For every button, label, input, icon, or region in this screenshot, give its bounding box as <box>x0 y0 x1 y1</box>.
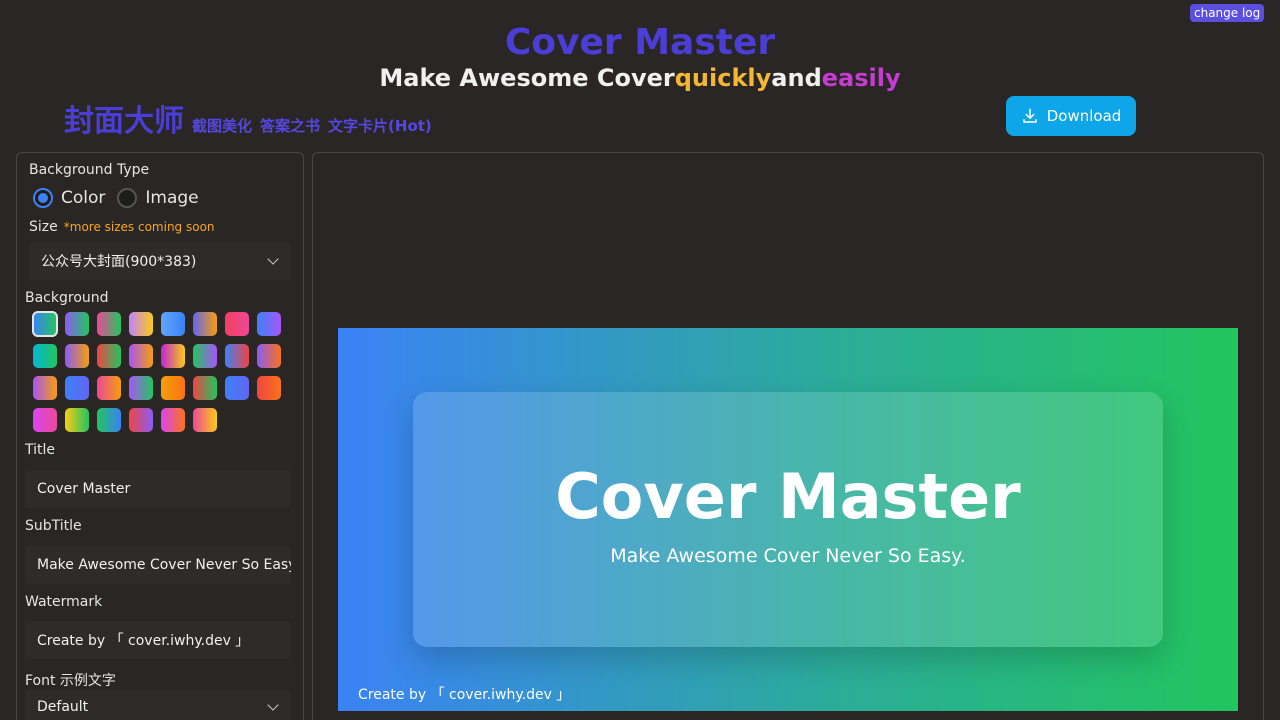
background-swatch[interactable] <box>225 344 249 368</box>
brand-cn-link[interactable]: 封面大师 <box>64 96 184 140</box>
title-input[interactable]: Cover Master <box>25 470 291 508</box>
cover-watermark: Create by 「 cover.iwhy.dev 」 <box>358 687 571 703</box>
chevron-down-icon <box>267 253 279 265</box>
background-swatch[interactable] <box>65 344 89 368</box>
background-swatch[interactable] <box>193 312 217 336</box>
changelog-button[interactable]: change log <box>1190 4 1265 22</box>
background-swatch[interactable] <box>193 344 217 368</box>
cover-subtitle: Make Awesome Cover Never So Easy. <box>610 545 966 567</box>
radio-color-label: Color <box>61 188 106 208</box>
size-label-row: Size *more sizes coming soon <box>29 219 215 235</box>
background-swatch[interactable] <box>97 376 121 400</box>
size-select[interactable]: 公众号大封面(900*383) <box>29 242 291 280</box>
background-swatch[interactable] <box>161 344 185 368</box>
background-swatch[interactable] <box>33 408 57 432</box>
download-button[interactable]: Download <box>1006 96 1136 136</box>
watermark-label: Watermark <box>25 594 103 610</box>
background-swatch[interactable] <box>65 408 89 432</box>
background-swatch[interactable] <box>257 344 281 368</box>
size-note: *more sizes coming soon <box>63 220 215 234</box>
download-icon <box>1022 108 1037 123</box>
subtitle-input[interactable]: Make Awesome Cover Never So Easy. <box>25 546 291 584</box>
background-swatch[interactable] <box>257 376 281 400</box>
watermark-input[interactable]: Create by 「 cover.iwhy.dev 」 <box>25 621 291 659</box>
background-swatch[interactable] <box>97 312 121 336</box>
background-swatch[interactable] <box>129 408 153 432</box>
subtitle-label: SubTitle <box>25 518 82 534</box>
background-swatch[interactable] <box>161 376 185 400</box>
title-label: Title <box>25 442 56 458</box>
top-nav: 封面大师 截图美化 答案之书 文字卡片(Hot) <box>64 96 432 140</box>
background-swatch[interactable] <box>129 344 153 368</box>
tagline-prefix: Make Awesome Cover <box>379 64 675 92</box>
size-select-value: 公众号大封面(900*383) <box>41 254 197 270</box>
cover-title: Cover Master <box>555 460 1021 533</box>
bg-type-label: Background Type <box>29 162 150 178</box>
background-swatch[interactable] <box>33 376 57 400</box>
font-select[interactable]: Default <box>25 690 291 720</box>
background-swatch[interactable] <box>33 344 57 368</box>
download-label: Download <box>1046 107 1122 125</box>
background-swatch[interactable] <box>161 408 185 432</box>
radio-image[interactable] <box>117 188 138 208</box>
radio-image-label: Image <box>145 188 199 208</box>
size-label: Size <box>29 219 58 235</box>
tagline-and: and <box>771 64 822 92</box>
tagline-easily: easily <box>821 64 901 92</box>
tagline: Make Awesome Coverquicklyandeasily <box>0 64 1280 92</box>
swatch-grid <box>32 311 289 432</box>
background-label: Background <box>25 290 109 306</box>
tagline-quickly: quickly <box>674 64 772 92</box>
chevron-down-icon <box>267 699 279 711</box>
background-swatch[interactable] <box>161 312 185 336</box>
radio-color[interactable] <box>33 188 53 208</box>
font-label: Font 示例文字 <box>25 673 116 689</box>
nav-link-answers[interactable]: 答案之书 <box>260 115 320 136</box>
background-swatch[interactable] <box>257 312 281 336</box>
background-swatch[interactable] <box>97 344 121 368</box>
nav-link-text-card[interactable]: 文字卡片(Hot) <box>328 115 432 136</box>
background-swatch[interactable] <box>193 376 217 400</box>
background-swatch[interactable] <box>32 311 58 337</box>
background-swatch[interactable] <box>193 408 217 432</box>
background-swatch[interactable] <box>129 376 153 400</box>
background-swatch[interactable] <box>129 312 153 336</box>
background-swatch[interactable] <box>225 376 249 400</box>
font-select-value: Default <box>37 699 89 715</box>
background-swatch[interactable] <box>225 312 249 336</box>
bg-type-radio-group: Color Image <box>33 188 199 208</box>
app-title: Cover Master <box>504 22 776 63</box>
nav-link-screenshot[interactable]: 截图美化 <box>192 115 252 136</box>
background-swatch[interactable] <box>97 408 121 432</box>
cover-preview: Cover Master Make Awesome Cover Never So… <box>338 328 1238 711</box>
background-swatch[interactable] <box>65 312 89 336</box>
background-swatch[interactable] <box>65 376 89 400</box>
